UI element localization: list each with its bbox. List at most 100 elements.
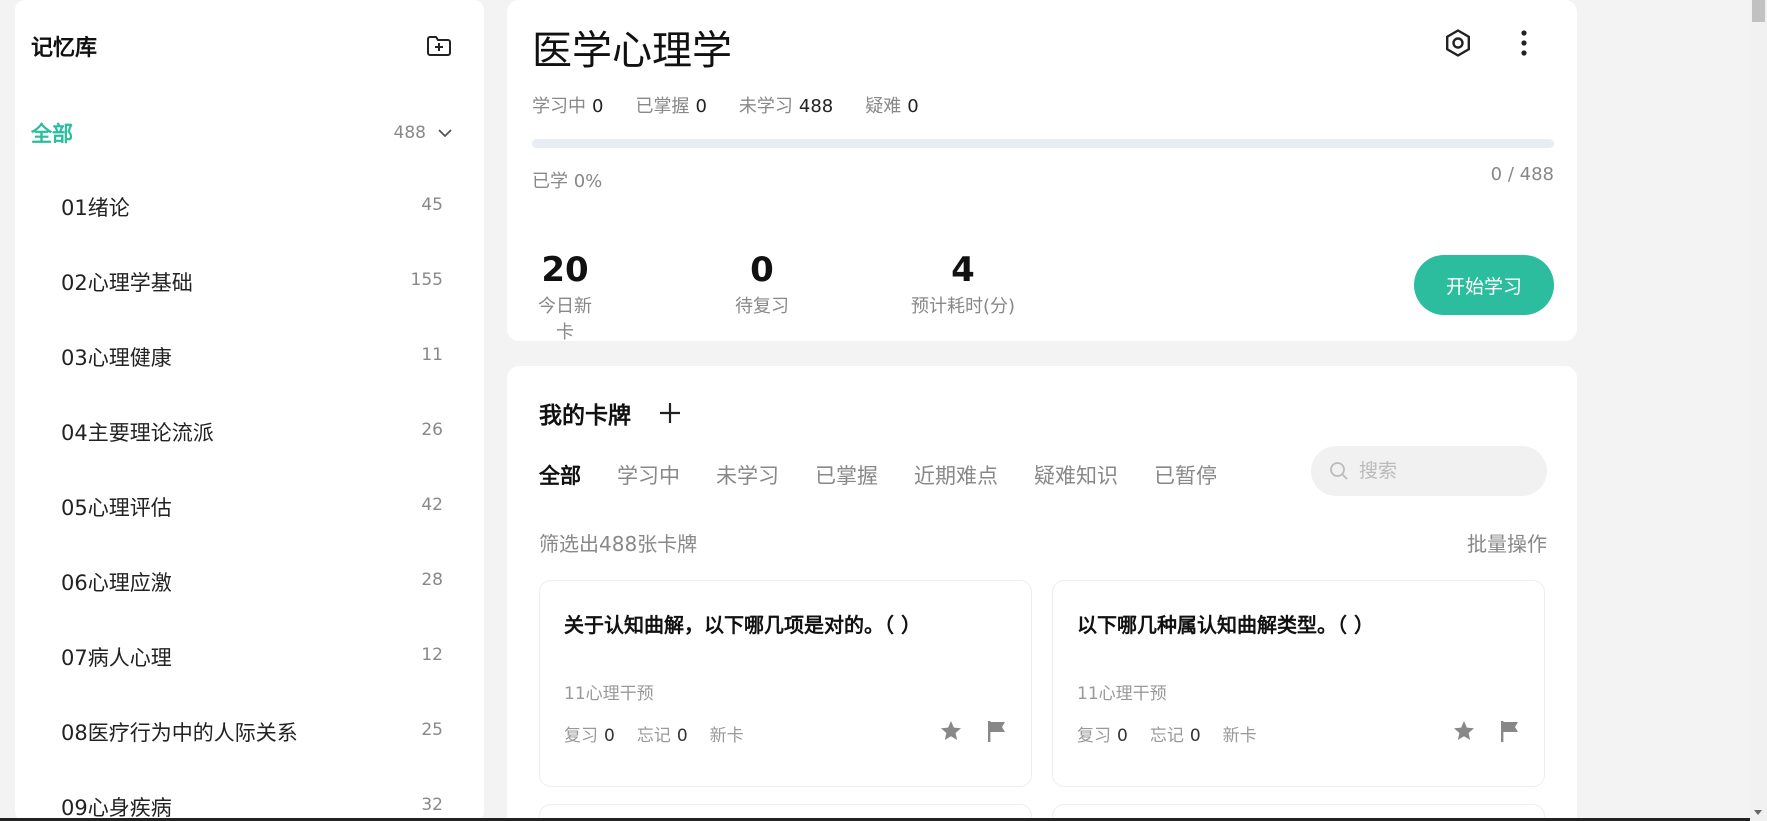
header-actions [1443,28,1539,58]
flag-icon[interactable] [1498,719,1520,743]
all-right: 488 [394,123,454,143]
sidebar-item[interactable]: 08医疗行为中的人际关系 25 [61,703,443,778]
scroll-down-arrow-icon[interactable] [1754,810,1762,815]
flashcard[interactable]: 关于认知曲解，以下哪几项是对的。（ ） 11心理干预 复习 0 忘记 0 新卡 [539,580,1032,787]
tab-unlearned[interactable]: 未学习 [716,460,779,490]
sidebar-item-count: 32 [421,795,443,815]
flashcard-stats: 复习 0 忘记 0 新卡 [564,721,744,746]
batch-operation-button[interactable]: 批量操作 [1467,528,1547,557]
review-count: 复习 0 [564,721,615,746]
sidebar-item-count: 28 [421,570,443,590]
big-stat-label: 今日新卡 [538,296,592,343]
chevron-down-icon[interactable] [436,124,454,142]
sidebar-item[interactable]: 09心身疾病 32 [61,778,443,821]
sidebar-item-count: 12 [421,645,443,665]
big-stat-value: 20 [541,250,589,290]
sidebar-item-count: 26 [421,420,443,440]
stat-label: 忘记 [636,726,671,746]
page-title: 医学心理学 [532,28,732,74]
sidebar-item[interactable]: 03心理健康 11 [61,328,443,403]
stat-label: 复习 [564,726,598,746]
sidebar-item-label: 03心理健康 [61,346,172,370]
tab-paused[interactable]: 已暂停 [1154,460,1217,490]
card-status: 新卡 [709,726,744,746]
flashcard-actions [939,719,1007,743]
stat-value: 0 [604,726,615,746]
settings-icon[interactable] [1443,28,1473,58]
new-cards-today: 20 今日新卡 [532,250,598,344]
flashcard-stats: 复习 0 忘记 0 新卡 [1077,721,1257,746]
tab-all[interactable]: 全部 [539,460,581,490]
sidebar-item[interactable]: 07病人心理 12 [61,628,443,703]
scrollbar[interactable] [1750,0,1767,821]
sidebar-item-label: 08医疗行为中的人际关系 [61,721,298,745]
scrollbar-thumb[interactable] [1752,0,1765,22]
sidebar-item-label: 02心理学基础 [61,271,193,295]
cards-panel: 我的卡牌 全部 学习中 未学习 已掌握 近期难点 疑难知识 已暂停 筛选出488… [507,366,1577,821]
flashcard-deck: 11心理干预 [564,684,654,704]
stat-value: 0 [676,726,688,746]
sidebar-item-count: 45 [421,195,443,215]
stat-value: 0 [907,96,919,117]
sidebar-item-count: 488 [393,123,426,143]
sidebar-item-count: 42 [421,495,443,515]
cards-panel-header: 我的卡牌 [539,396,685,430]
more-vertical-icon[interactable] [1509,28,1539,58]
sidebar-item-count: 25 [421,720,443,740]
sidebar: 记忆库 全部 488 01绪论 45 02心理学基础 155 03心理健康 11… [15,0,484,821]
stat-label: 未学习 [738,96,793,117]
card-filter-tabs: 全部 学习中 未学习 已掌握 近期难点 疑难知识 已暂停 [539,460,1217,490]
tab-difficult-knowledge[interactable]: 疑难知识 [1034,460,1118,490]
search-icon [1330,462,1348,480]
estimated-time: 4 预计耗时(分) [903,250,1023,318]
sidebar-item[interactable]: 05心理评估 42 [61,478,443,553]
pending-review: 0 待复习 [729,250,795,318]
big-stat-label: 预计耗时(分) [910,296,1016,317]
stat-value: 0 [592,96,604,117]
star-icon[interactable] [1452,719,1476,743]
sidebar-item-label: 07病人心理 [61,646,172,670]
learned-percent: 已学 0% [532,171,603,192]
add-icon[interactable] [655,398,685,428]
deck-stats: 学习中 0 已掌握 0 未学习 488 疑难 0 [532,92,919,118]
stat-label: 学习中 [532,96,586,117]
tab-learning[interactable]: 学习中 [617,460,680,490]
sidebar-item-label: 04主要理论流派 [61,421,214,445]
card-status: 新卡 [1222,726,1257,746]
sidebar-item-label: 05心理评估 [61,496,172,520]
stat-label: 复习 [1077,726,1111,746]
tab-mastered[interactable]: 已掌握 [815,460,878,490]
stat-label: 忘记 [1149,726,1184,746]
start-learning-button[interactable]: 开始学习 [1414,255,1554,315]
flashcard-actions [1452,719,1520,743]
star-icon[interactable] [939,719,963,743]
sidebar-item[interactable]: 06心理应激 28 [61,553,443,628]
deck-summary-card: 医学心理学 学习中 0 已掌握 0 未学习 488 疑难 0 已学 0% 0 / 488… [507,0,1577,344]
sidebar-item[interactable]: 04主要理论流派 26 [61,403,443,478]
sidebar-item-all[interactable]: 全部 488 [31,112,454,154]
sidebar-item-label: 09心身疾病 [61,796,172,820]
learned-fraction: 0 / 488 [1490,164,1554,185]
sidebar-item-count: 11 [421,345,443,365]
tab-recent-difficult[interactable]: 近期难点 [914,460,998,490]
sidebar-item[interactable]: 01绪论 45 [61,178,443,253]
progress-bar [532,139,1554,148]
big-stat-value: 0 [750,250,774,290]
flag-icon[interactable] [985,719,1007,743]
filter-result-text: 筛选出488张卡牌 [539,532,698,556]
forget-count: 忘记 0 [1150,721,1201,746]
add-folder-icon[interactable] [424,31,454,61]
sidebar-item-label: 全部 [31,122,73,146]
stat-label: 已掌握 [635,96,690,117]
sidebar-item-label: 06心理应激 [61,571,172,595]
search-input[interactable] [1359,460,1529,482]
flashcard-deck: 11心理干预 [1077,684,1167,704]
deck-list: 01绪论 45 02心理学基础 155 03心理健康 11 04主要理论流派 2… [61,178,443,821]
sidebar-item[interactable]: 02心理学基础 155 [61,253,443,328]
sidebar-item-count: 155 [410,270,443,290]
big-stat-value: 4 [951,250,975,290]
stat-value: 488 [798,96,834,117]
big-stat-label: 待复习 [735,296,789,317]
stat-value: 0 [1117,726,1128,746]
flashcard[interactable]: 以下哪几种属认知曲解类型。（ ） 11心理干预 复习 0 忘记 0 新卡 [1052,580,1545,787]
